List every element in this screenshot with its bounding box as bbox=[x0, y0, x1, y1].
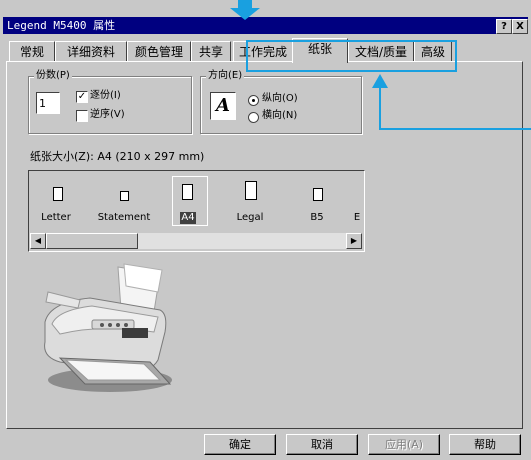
b5-paper-icon bbox=[313, 188, 323, 201]
scroll-left-icon[interactable]: ◀ bbox=[30, 233, 46, 249]
tab-details[interactable]: 详细资料 bbox=[55, 41, 127, 62]
collate-label: 逐份(I) bbox=[90, 90, 121, 101]
help-icon[interactable]: ? bbox=[496, 19, 512, 34]
collate-checkbox[interactable]: ✓ bbox=[76, 91, 88, 103]
paper-item-b5[interactable]: B5 bbox=[303, 212, 331, 224]
copies-count-field[interactable]: 1 bbox=[36, 92, 60, 114]
help-button[interactable]: 帮助 bbox=[449, 434, 521, 455]
apply-button[interactable]: 应用(A) bbox=[368, 434, 440, 455]
paper-item-letter[interactable]: Letter bbox=[36, 212, 76, 224]
close-icon[interactable]: X bbox=[512, 19, 528, 34]
paper-item-a4[interactable]: A4 bbox=[180, 212, 196, 224]
title-bar: Legend M5400 属性 ? X bbox=[3, 17, 528, 34]
orientation-preview-icon: A bbox=[210, 92, 236, 120]
scrollbar-thumb[interactable] bbox=[46, 233, 138, 249]
tab-general[interactable]: 常规 bbox=[9, 41, 55, 62]
paper-item-legal[interactable]: Legal bbox=[230, 212, 270, 224]
paper-size-label: 纸张大小(Z): A4 (210 x 297 mm) bbox=[30, 150, 205, 163]
tab-color-management[interactable]: 颜色管理 bbox=[127, 41, 191, 62]
cancel-button[interactable]: 取消 bbox=[286, 434, 358, 455]
printer-illustration bbox=[44, 263, 172, 392]
copies-group-label: 份数(P) bbox=[34, 70, 72, 82]
portrait-radio[interactable] bbox=[248, 95, 259, 106]
reverse-order-checkbox[interactable] bbox=[76, 110, 88, 122]
scroll-right-icon[interactable]: ▶ bbox=[346, 233, 362, 249]
tab-sharing[interactable]: 共享 bbox=[191, 41, 231, 62]
arrow-down-icon bbox=[230, 0, 260, 20]
paper-item-e[interactable]: E bbox=[352, 212, 362, 224]
ok-button[interactable]: 确定 bbox=[204, 434, 276, 455]
callout-arrow-icon bbox=[372, 74, 531, 130]
statement-paper-icon bbox=[120, 191, 129, 201]
letter-paper-icon bbox=[53, 187, 63, 201]
portrait-label: 纵向(O) bbox=[262, 93, 298, 104]
reverse-order-label: 逆序(V) bbox=[90, 109, 125, 120]
orientation-group-label: 方向(E) bbox=[206, 70, 245, 82]
legal-paper-icon bbox=[245, 181, 257, 200]
a4-paper-icon bbox=[182, 184, 193, 200]
landscape-label: 横向(N) bbox=[262, 110, 298, 121]
window-title: Legend M5400 属性 bbox=[7, 19, 116, 32]
paper-item-statement[interactable]: Statement bbox=[95, 212, 153, 224]
landscape-radio[interactable] bbox=[248, 112, 259, 123]
